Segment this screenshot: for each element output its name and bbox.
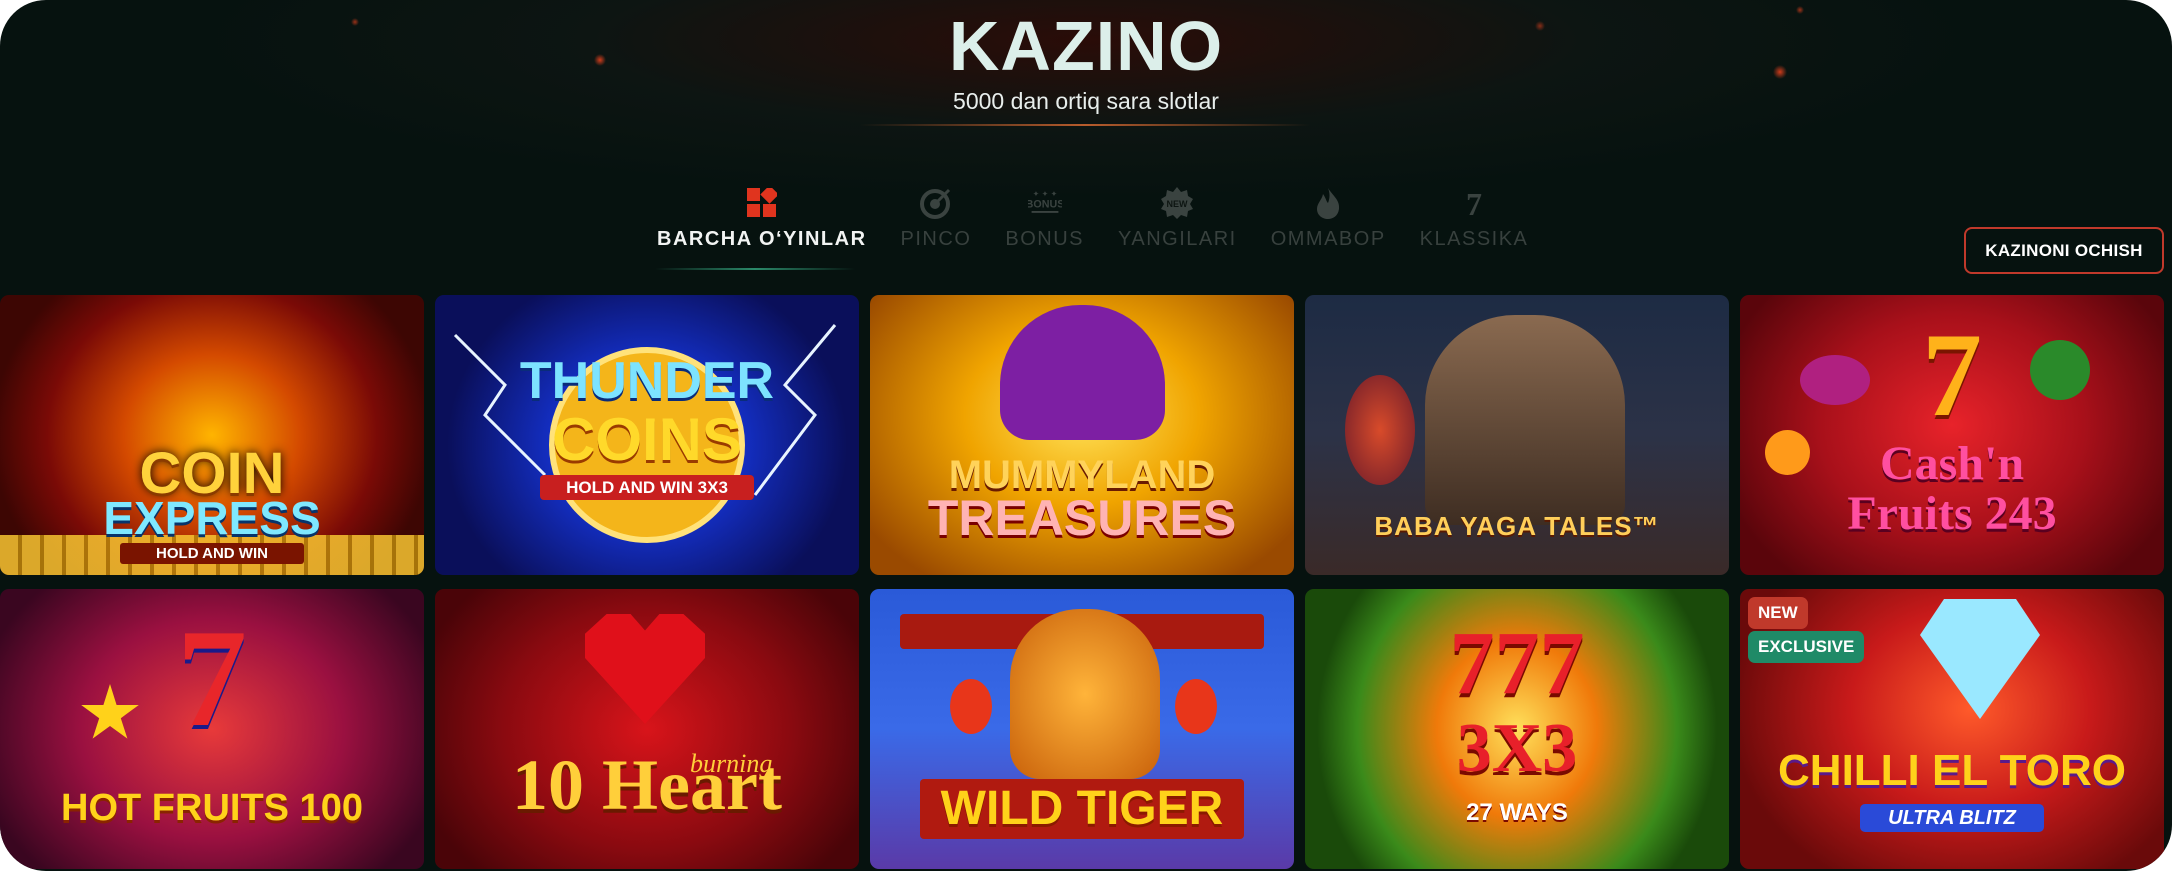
seven-icon: 7 [1457, 186, 1491, 220]
lantern-right-decor [1175, 679, 1217, 734]
bonus-icon: BONUS ✦ ✦ ✦ [1028, 186, 1062, 220]
tab-label: YANGILARI [1118, 228, 1237, 250]
tab-label: PINCO [900, 228, 972, 250]
subtitle-divider [860, 124, 1310, 126]
tab-bonus[interactable]: BONUS ✦ ✦ ✦ BONUS [1005, 186, 1084, 256]
game-subtitle: TREASURES [927, 490, 1237, 546]
game-tagline: 27 WAYS [1466, 799, 1568, 826]
seven-decor: 7 [177, 601, 247, 756]
open-casino-button[interactable]: KAZINONI OCHISH [1964, 227, 2164, 274]
game-subtitle: Fruits 243 [1847, 487, 2057, 540]
mummy-figure [1000, 305, 1165, 440]
flame-icon [1311, 186, 1345, 220]
game-card-cash-n-fruits-243[interactable]: 7 Cash'n Fruits 243 [1740, 295, 2164, 575]
game-card-hot-fruits-100[interactable]: 7 HOT FRUITS 100 [0, 589, 424, 869]
svg-text:BONUS: BONUS [1028, 198, 1062, 210]
new-badge-icon: NEW [1160, 186, 1194, 220]
game-tagline: ULTRA BLITZ [1860, 804, 2044, 832]
lantern-left-decor [950, 679, 992, 734]
game-title: BABA YAGA TALES™ [1374, 511, 1660, 541]
svg-text:NEW: NEW [1167, 199, 1189, 209]
game-subtitle: EXPRESS [103, 492, 321, 544]
firebird-figure [1345, 375, 1415, 485]
game-title: THUNDER [519, 352, 775, 410]
characters-figure [1425, 315, 1625, 525]
tab-pinco[interactable]: PINCO [901, 186, 972, 256]
game-card-chilli-el-toro[interactable]: NEW EXCLUSIVE CHILLI EL TORO ULTRA BLITZ [1740, 589, 2164, 869]
game-subtitle: 3X3 [1456, 710, 1578, 787]
game-card-coin-express[interactable]: COIN EXPRESS HOLD AND WIN [0, 295, 424, 575]
exclusive-badge: EXCLUSIVE [1748, 631, 1865, 663]
tiger-figure [1010, 609, 1160, 779]
tab-classic[interactable]: 7 KLASSIKA [1420, 186, 1529, 256]
diamond-decor [1920, 599, 2040, 719]
active-tab-indicator [655, 268, 855, 270]
category-tabs: BARCHA O‘YINLAR PINCO BONUS ✦ ✦ ✦ BONUS [640, 186, 1545, 256]
tab-new[interactable]: NEW YANGILARI [1118, 186, 1237, 256]
grapes-decor [1800, 355, 1870, 405]
target-icon [919, 186, 953, 220]
game-tagline: burning [690, 749, 773, 778]
page-title: KAZINO [948, 7, 1224, 85]
grid-icon [745, 186, 779, 220]
tab-popular[interactable]: OMMABOP [1271, 186, 1386, 256]
game-card-wild-tiger[interactable]: WILD TIGER [870, 589, 1294, 869]
heart-decor [585, 614, 705, 724]
game-card-thunder-coins[interactable]: THUNDER COINS HOLD AND WIN 3X3 [435, 295, 859, 575]
game-grid: COIN EXPRESS HOLD AND WIN THUNDER COINS … [0, 295, 2172, 871]
svg-text:7: 7 [1466, 186, 1482, 220]
game-tagline: HOLD AND WIN [120, 543, 304, 564]
game-title: MUMMYLAND [948, 453, 1216, 497]
game-card-baba-yaga-tales[interactable]: BABA YAGA TALES™ [1305, 295, 1729, 575]
tab-label: OMMABOP [1270, 228, 1386, 250]
svg-text:✦ ✦ ✦: ✦ ✦ ✦ [1032, 190, 1057, 199]
game-card-10-burning-heart[interactable]: 10 Heart burning [435, 589, 859, 869]
game-title: 777 [1449, 614, 1585, 713]
game-card-mummyland-treasures[interactable]: MUMMYLAND TREASURES [870, 295, 1294, 575]
casino-section: KAZINO 5000 dan ortiq sara slotlar BARCH… [0, 0, 2172, 871]
tab-label: BARCHA O‘YINLAR [657, 228, 867, 250]
game-title: WILD TIGER [920, 779, 1244, 839]
new-badge: NEW [1748, 597, 1808, 629]
game-title: Cash'n [1879, 437, 2025, 490]
game-card-777-3x3[interactable]: 777 3X3 27 WAYS [1305, 589, 1729, 869]
game-tagline: HOLD AND WIN 3X3 [540, 475, 754, 500]
game-title: HOT FRUITS 100 [61, 787, 363, 829]
game-subtitle: COINS [551, 406, 743, 473]
watermelon-decor [2030, 340, 2090, 400]
page-subtitle: 5000 dan ortiq sara slotlar [953, 88, 1219, 114]
tab-all-games[interactable]: BARCHA O‘YINLAR [657, 186, 867, 256]
game-title: 10 Heart [512, 745, 782, 825]
tab-label: BONUS [1005, 228, 1084, 250]
game-title: CHILLI EL TORO [1778, 746, 2126, 795]
tab-label: KLASSIKA [1419, 228, 1529, 250]
